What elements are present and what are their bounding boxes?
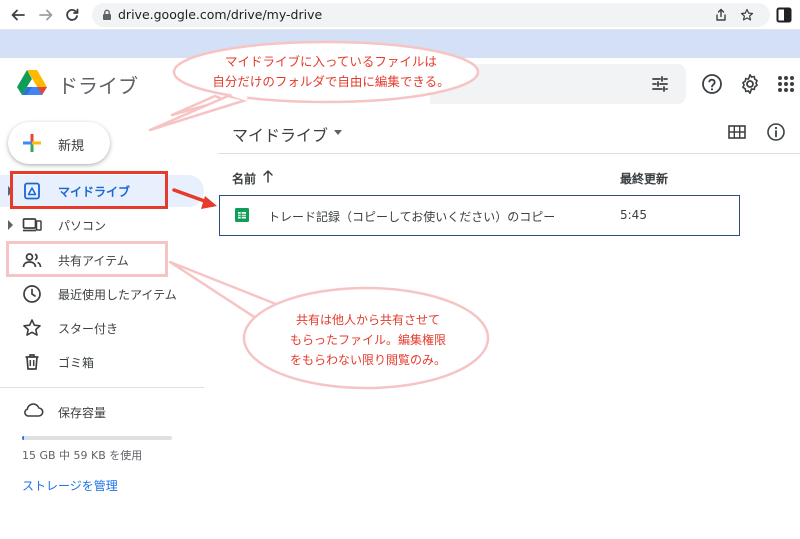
arrow-right-icon xyxy=(39,9,53,21)
manage-storage-link[interactable]: ストレージを管理 xyxy=(22,477,118,494)
lock-icon xyxy=(103,9,111,20)
search-bar[interactable] xyxy=(430,64,686,104)
sidebar-item-starred[interactable]: スター付き xyxy=(0,312,204,344)
sidebar-item-label: ゴミ箱 xyxy=(58,356,95,370)
sidebar-item-label: スター付き xyxy=(58,322,119,336)
info-icon[interactable] xyxy=(766,122,786,142)
page-title[interactable]: マイドライブ xyxy=(232,122,328,146)
callout-line: 自分だけのフォルダで自由に編集できる。 xyxy=(212,74,450,89)
forward-button[interactable] xyxy=(36,5,56,25)
table-row[interactable]: トレード記録（コピーしてお使いください）のコピー 5:45 xyxy=(219,195,740,236)
storage-usage-fill xyxy=(22,436,24,440)
callout-line: もらったファイル。編集権限 xyxy=(289,333,446,347)
computer-icon xyxy=(22,218,42,232)
reload-button[interactable] xyxy=(62,5,82,25)
new-button-label: 新規 xyxy=(58,139,85,154)
share-icon[interactable] xyxy=(714,8,728,22)
side-panel-icon[interactable] xyxy=(776,7,792,23)
grid-view-icon[interactable] xyxy=(727,122,747,142)
column-header-name[interactable]: 名前 xyxy=(232,170,256,187)
reload-icon xyxy=(66,8,79,21)
annotation-callout-2: 共有は他人から共有させて もらったファイル。編集権限 をもらわない限り閲覧のみ。 xyxy=(262,310,474,370)
star-bookmark-icon[interactable] xyxy=(740,8,754,22)
storage-label[interactable]: 保存容量 xyxy=(58,404,106,421)
sidebar-item-label: パソコン xyxy=(58,219,107,233)
sidebar-divider xyxy=(0,387,204,388)
callout-line: をもらわない限り閲覧のみ。 xyxy=(289,353,446,367)
cloud-icon xyxy=(24,403,44,417)
arrow-up-sort-icon[interactable] xyxy=(262,169,274,183)
callout-line: 共有は他人から共有させて xyxy=(295,313,440,327)
star-icon xyxy=(23,319,41,336)
arrow-left-icon xyxy=(11,9,25,21)
sidebar-item-trash[interactable]: ゴミ箱 xyxy=(0,346,204,378)
annotation-highlight-shared xyxy=(6,241,168,277)
app-name: ドライブ xyxy=(58,74,138,98)
callout-line: マイドライブに入っているファイルは xyxy=(225,54,437,69)
column-header-modified[interactable]: 最終更新 xyxy=(620,170,668,187)
google-drive-logo-icon[interactable] xyxy=(16,68,48,98)
google-sheets-icon xyxy=(235,208,249,222)
annotation-highlight-my-drive xyxy=(10,171,168,209)
help-icon[interactable] xyxy=(701,73,723,95)
storage-usage-bar xyxy=(22,436,172,440)
file-modified: 5:45 xyxy=(620,208,647,222)
sidebar-item-computers[interactable]: パソコン xyxy=(0,209,204,241)
caret-down-icon[interactable] xyxy=(334,130,342,135)
apps-grid-icon[interactable] xyxy=(775,73,797,95)
storage-usage-text: 15 GB 中 59 KB を使用 xyxy=(22,449,143,462)
back-button[interactable] xyxy=(8,5,28,25)
trash-icon xyxy=(25,354,39,370)
plus-icon xyxy=(23,134,41,152)
browser-toolbar: drive.google.com/drive/my-drive xyxy=(0,0,800,30)
tune-filter-icon[interactable] xyxy=(650,74,670,94)
new-button[interactable]: 新規 xyxy=(8,122,110,164)
annotation-callout-1: マイドライブに入っているファイルは 自分だけのフォルダで自由に編集できる。 xyxy=(196,52,466,92)
main-header-divider xyxy=(218,153,800,154)
sidebar-item-label: 最近使用したアイテム xyxy=(58,288,177,302)
file-name: トレード記録（コピーしてお使いください）のコピー xyxy=(268,210,556,224)
settings-gear-icon[interactable] xyxy=(739,73,761,95)
caret-right-icon[interactable] xyxy=(8,220,13,230)
address-bar[interactable]: drive.google.com/drive/my-drive xyxy=(92,3,770,27)
sidebar-item-recent[interactable]: 最近使用したアイテム xyxy=(0,278,204,310)
url-text: drive.google.com/drive/my-drive xyxy=(118,7,323,22)
screenshot-root: drive.google.com/drive/my-drive ドライブ 新規 … xyxy=(0,0,800,539)
clock-icon xyxy=(23,285,41,303)
